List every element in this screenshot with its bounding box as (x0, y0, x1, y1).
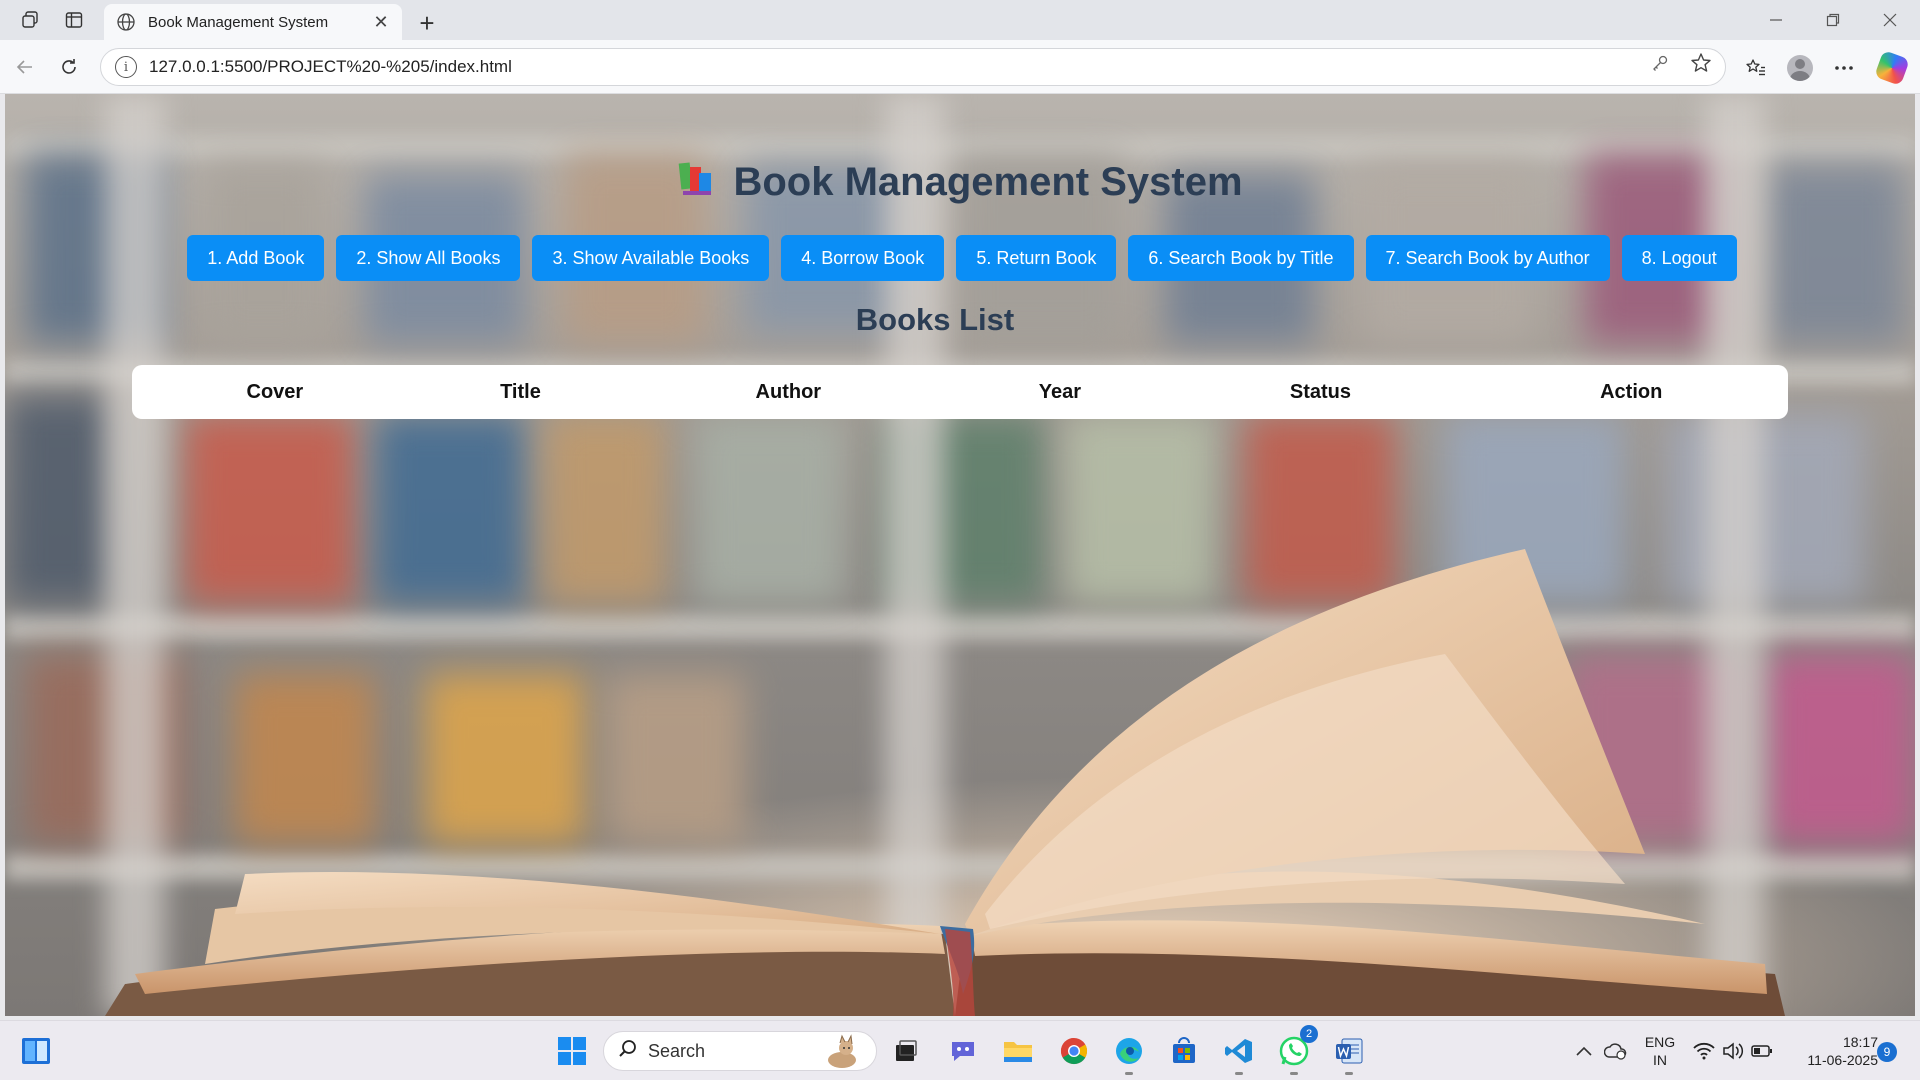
address-bar[interactable]: i 127.0.0.1:5500/PROJECT%20-%205/index.h… (100, 48, 1726, 86)
column-header-year: Year (1038, 380, 1082, 403)
vscode-icon[interactable] (1219, 1031, 1259, 1075)
globe-icon (114, 10, 138, 34)
whatsapp-badge: 2 (1300, 1025, 1318, 1043)
column-header-title: Title (500, 380, 541, 403)
refresh-icon[interactable] (52, 50, 86, 84)
new-tab-button[interactable]: + (410, 6, 444, 40)
browser-tab[interactable]: Book Management System ✕ (104, 4, 402, 40)
logout-button[interactable]: 8. Logout (1621, 235, 1737, 281)
clock-time: 18:17 (1842, 1034, 1878, 1050)
books-icon (677, 161, 715, 199)
battery-icon[interactable] (1742, 1031, 1782, 1071)
clock-date: 11-06-2025 (1807, 1052, 1878, 1068)
teams-chat-icon[interactable] (943, 1031, 983, 1071)
search-by-title-button[interactable]: 6. Search Book by Title (1128, 235, 1354, 281)
books-list-heading: Books List (855, 302, 1015, 337)
edge-icon[interactable] (1109, 1031, 1149, 1075)
add-book-button[interactable]: 1. Add Book (187, 235, 325, 281)
profile-avatar[interactable] (1782, 52, 1818, 84)
page-viewport: Book Management System 1. Add Book 2. Sh… (5, 94, 1915, 1016)
chrome-icon[interactable] (1054, 1031, 1094, 1071)
page-title-text: Book Management System (733, 160, 1243, 204)
word-icon[interactable] (1329, 1031, 1369, 1075)
column-header-cover: Cover (246, 380, 304, 403)
copilot-icon[interactable] (1874, 50, 1910, 86)
favorite-star-icon[interactable] (1686, 48, 1716, 78)
books-table: Cover Title Author Year Status Action (132, 365, 1788, 419)
show-available-books-button[interactable]: 3. Show Available Books (532, 235, 770, 281)
vertical-tabs-icon[interactable] (54, 0, 94, 40)
restore-icon[interactable] (1805, 0, 1861, 40)
column-header-action: Action (1600, 380, 1663, 403)
file-explorer-icon[interactable] (998, 1031, 1038, 1071)
password-key-icon[interactable] (1645, 48, 1675, 78)
workspaces-icon[interactable] (10, 0, 50, 40)
search-icon (618, 1039, 638, 1064)
url-text: 127.0.0.1:5500/PROJECT%20-%205/index.htm… (149, 57, 512, 76)
return-book-button[interactable]: 5. Return Book (956, 235, 1117, 281)
table-header-row: Cover Title Author Year Status Action (132, 365, 1788, 419)
search-by-author-button[interactable]: 7. Search Book by Author (1365, 235, 1610, 281)
borrow-book-button[interactable]: 4. Borrow Book (781, 235, 945, 281)
onedrive-sync-icon[interactable] (1596, 1031, 1636, 1071)
whatsapp-icon[interactable]: 2 (1274, 1025, 1318, 1075)
language-line-2: IN (1653, 1052, 1667, 1068)
close-tab-icon[interactable]: ✕ (370, 11, 392, 33)
page-title: Book Management System (5, 160, 1915, 205)
taskbar: Search 2 ENG IN 18:17 11-06-2025 9 (0, 1020, 1920, 1080)
more-options-icon[interactable] (1826, 52, 1862, 84)
taskbar-search[interactable]: Search (603, 1031, 877, 1071)
back-icon[interactable] (8, 50, 42, 84)
language-indicator[interactable]: ENG IN (1640, 1033, 1680, 1069)
site-info-icon[interactable]: i (115, 56, 137, 78)
close-window-icon[interactable] (1862, 0, 1918, 40)
main-menu: 1. Add Book 2. Show All Books 3. Show Av… (5, 235, 1915, 281)
microsoft-store-icon[interactable] (1164, 1031, 1204, 1071)
search-highlight-image (820, 1034, 864, 1075)
notification-badge[interactable]: 9 (1877, 1042, 1897, 1062)
task-view-icon[interactable] (886, 1031, 926, 1071)
widgets-icon[interactable] (16, 1031, 56, 1071)
search-label: Search (648, 1040, 706, 1061)
favorites-icon[interactable] (1738, 52, 1774, 84)
browser-toolbar: i 127.0.0.1:5500/PROJECT%20-%205/index.h… (0, 40, 1920, 94)
start-icon[interactable] (552, 1031, 592, 1071)
minimize-icon[interactable] (1748, 0, 1804, 40)
show-all-books-button[interactable]: 2. Show All Books (336, 235, 521, 281)
app-container: Book Management System 1. Add Book 2. Sh… (5, 94, 1915, 1016)
language-line-1: ENG (1644, 1034, 1676, 1050)
tab-title: Book Management System (148, 13, 329, 31)
column-header-status: Status (1289, 380, 1351, 403)
browser-titlebar: Book Management System ✕ + (0, 0, 1920, 40)
clock[interactable]: 18:17 11-06-2025 (1788, 1033, 1878, 1069)
column-header-author: Author (755, 380, 822, 403)
